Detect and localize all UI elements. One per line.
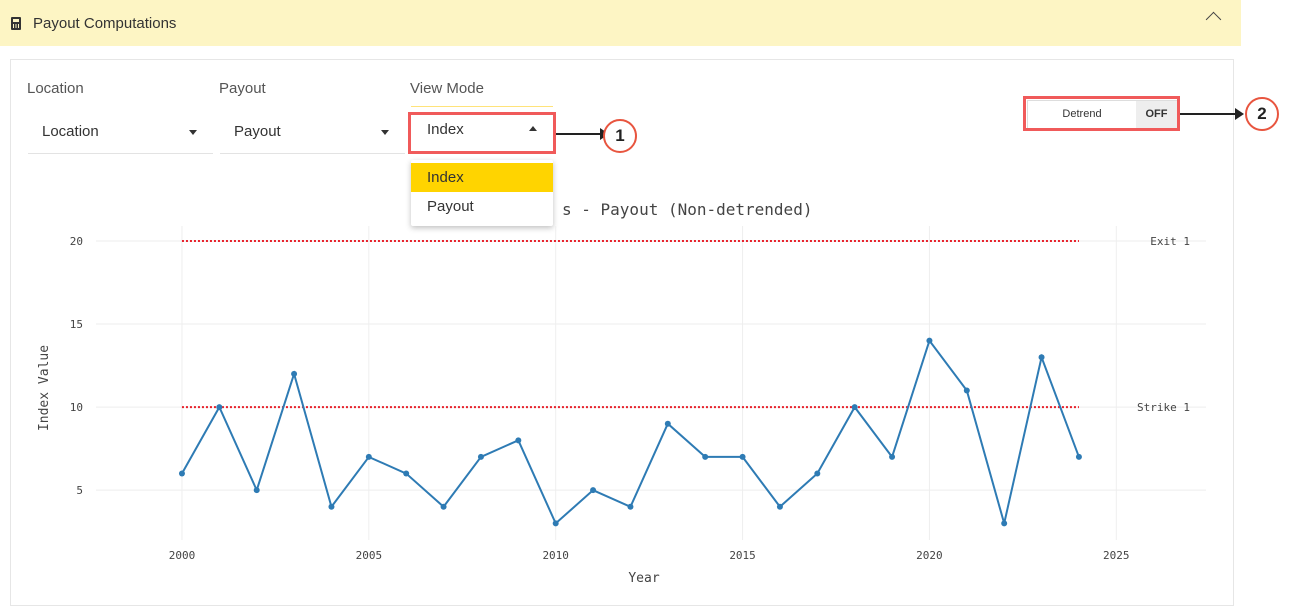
callout-arrow-1 [556, 133, 602, 135]
payout-select-value: Payout [234, 123, 281, 140]
chevron-up-icon[interactable] [1205, 11, 1222, 28]
section-header[interactable]: Payout Computations [0, 0, 1241, 46]
location-label: Location [27, 80, 84, 97]
highlight-box-view-mode [408, 112, 556, 154]
callout-arrowhead-2 [1235, 108, 1244, 120]
caret-down-icon [189, 130, 197, 135]
callout-badge-1: 1 [603, 119, 637, 153]
callout-arrow-2 [1180, 113, 1237, 115]
option-payout[interactable]: Payout [411, 192, 553, 221]
view-mode-dropdown: Index Payout [411, 160, 553, 226]
calculator-icon [11, 16, 21, 30]
highlight-box-detrend [1023, 96, 1180, 131]
callout-badge-2: 2 [1245, 97, 1279, 131]
payout-label: Payout [219, 80, 266, 97]
location-select-value: Location [42, 123, 99, 140]
payout-select[interactable]: Payout [220, 110, 405, 154]
section-title: Payout Computations [33, 14, 177, 32]
location-select[interactable]: Location [28, 110, 213, 154]
caret-down-icon [381, 130, 389, 135]
view-mode-label: View Mode [410, 80, 484, 97]
option-index[interactable]: Index [411, 163, 553, 192]
